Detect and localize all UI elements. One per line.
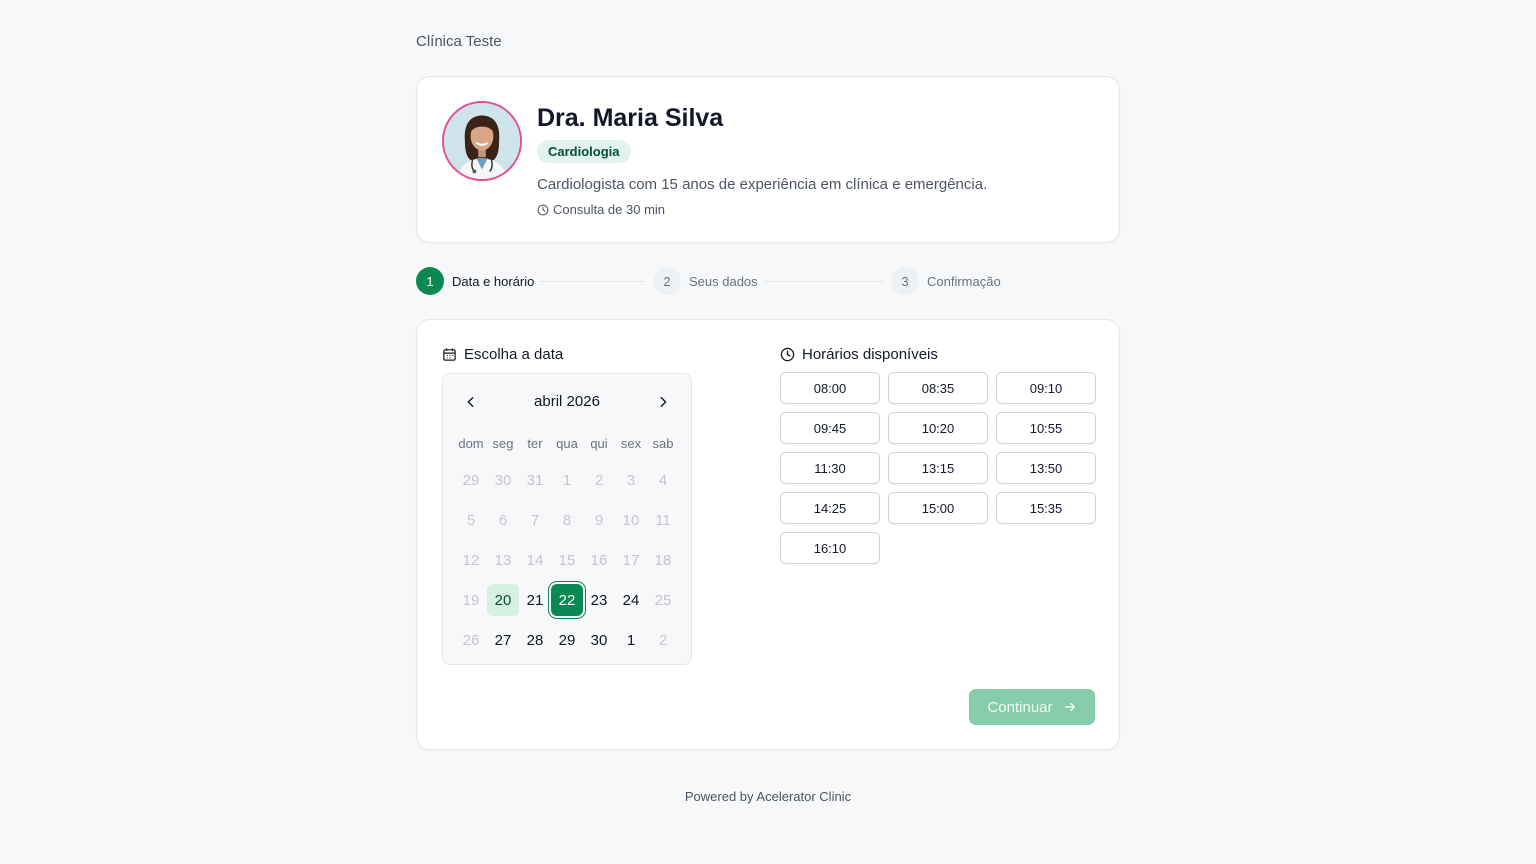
step-connector <box>764 281 883 282</box>
chevron-right-icon <box>660 396 667 408</box>
calendar-day: 26 <box>462 631 480 649</box>
calendar-day: 5 <box>466 511 476 529</box>
calendar-day[interactable]: 21 <box>519 584 551 616</box>
step-label: Data e horário <box>452 273 535 289</box>
calendar-day: 7 <box>530 511 540 529</box>
clock-icon <box>537 204 549 215</box>
calendar-day: 15 <box>558 551 576 569</box>
time-slot-button[interactable]: 16:10 <box>780 532 880 564</box>
doctor-avatar <box>442 101 522 181</box>
step-your-details: 2 Seus dados <box>653 267 758 295</box>
calendar-day-today[interactable]: 20 <box>487 584 519 616</box>
calendar-day: 14 <box>526 551 544 569</box>
footer-powered-by: Powered by Acelerator Clinic <box>684 789 852 804</box>
calendar-day: 17 <box>622 551 640 569</box>
calendar-week-row: 29 30 31 1 2 3 4 <box>455 460 679 500</box>
weekday-label: sex <box>620 435 642 451</box>
calendar-day: 1 <box>562 471 572 489</box>
time-slot-button[interactable]: 13:15 <box>888 452 988 484</box>
calendar-day: 19 <box>462 591 480 609</box>
consultation-duration: Consulta de 30 min <box>537 202 665 217</box>
time-slot-grid: 08:00 08:35 09:10 09:45 10:20 10:55 11:30 13:15… <box>780 372 1096 564</box>
weekday-label: sab <box>652 435 674 451</box>
time-slot-button[interactable]: 10:20 <box>888 412 988 444</box>
time-section-label: Horários disponíveis <box>802 346 938 363</box>
duration-label: Consulta de 30 min <box>553 202 666 217</box>
time-slot-button[interactable]: 11:30 <box>780 452 880 484</box>
calendar-day: 4 <box>658 471 668 489</box>
step-number: 3 <box>891 267 919 295</box>
calendar-icon <box>443 348 456 361</box>
time-slot-button[interactable]: 15:00 <box>888 492 988 524</box>
calendar-day: 16 <box>590 551 608 569</box>
time-slot-button[interactable]: 10:55 <box>996 412 1096 444</box>
time-slot-button[interactable]: 13:50 <box>996 452 1096 484</box>
calendar-day: 11 <box>655 511 671 529</box>
clock-icon <box>780 347 795 362</box>
doctor-name: Dra. Maria Silva <box>537 104 724 132</box>
calendar-day: 29 <box>462 471 480 489</box>
step-date-time: 1 Data e horário <box>416 267 534 295</box>
calendar-day: 13 <box>494 551 512 569</box>
calendar-day[interactable]: 23 <box>583 584 615 616</box>
weekday-header-row: dom seg ter qua qui sex sab <box>455 426 679 460</box>
weekday-label: qui <box>590 435 608 451</box>
date-picker: abril 2026 dom seg ter qua qui sex sab 29 30 31 1 2… <box>442 373 692 665</box>
time-slot-button[interactable]: 08:00 <box>780 372 880 404</box>
doctor-photo-icon <box>444 103 520 179</box>
calendar-week-row: 19 20 21 22 23 24 25 <box>455 580 679 620</box>
arrow-right-icon <box>1064 702 1075 712</box>
calendar-day[interactable]: 27 <box>487 624 519 656</box>
step-label: Confirmação <box>927 273 1001 289</box>
calendar-day: 8 <box>562 511 572 529</box>
step-number: 2 <box>653 267 681 295</box>
time-slot-button[interactable]: 09:10 <box>996 372 1096 404</box>
calendar-week-row: 12 13 14 15 16 17 18 <box>455 540 679 580</box>
calendar-day: 25 <box>654 591 672 609</box>
continue-label: Continuar <box>987 698 1053 716</box>
weekday-label: seg <box>492 435 514 451</box>
calendar-day: 2 <box>594 471 604 489</box>
time-slot-button[interactable]: 14:25 <box>780 492 880 524</box>
doctor-card: Dra. Maria Silva Cardiologia Cardiologis… <box>416 76 1120 243</box>
time-slot-button[interactable]: 15:35 <box>996 492 1096 524</box>
calendar-day: 30 <box>494 471 512 489</box>
date-section-label: Escolha a data <box>464 346 564 363</box>
weekday-label: ter <box>527 435 543 451</box>
time-section-title: Horários disponíveis <box>780 346 938 363</box>
calendar-day: 2 <box>658 631 668 649</box>
calendar-day: 10 <box>622 511 640 529</box>
calendar-week-row: 5 6 7 8 9 10 11 <box>455 500 679 540</box>
booking-card: Escolha a data abril 2026 dom seg ter qua qu… <box>416 319 1120 750</box>
booking-stepper: 1 Data e horário 2 Seus dados 3 Confirma… <box>416 267 1120 295</box>
calendar-day[interactable]: 24 <box>615 584 647 616</box>
calendar-day: 12 <box>462 551 480 569</box>
clinic-name: Clínica Teste <box>416 33 502 50</box>
weekday-label: dom <box>458 435 484 451</box>
continue-button[interactable]: Continuar <box>969 689 1095 725</box>
calendar-grid: dom seg ter qua qui sex sab 29 30 31 1 2 3 4 5 6 7 8 9 10 11… <box>455 426 679 660</box>
calendar-day[interactable]: 28 <box>519 624 551 656</box>
calendar-week-row: 26 27 28 29 30 1 2 <box>455 620 679 660</box>
calendar-day: 31 <box>526 471 544 489</box>
calendar-day: 3 <box>626 471 636 489</box>
date-section-title: Escolha a data <box>442 346 563 363</box>
time-slot-button[interactable]: 09:45 <box>780 412 880 444</box>
calendar-day-selected[interactable]: 22 <box>551 584 583 616</box>
step-connector <box>539 281 645 282</box>
calendar-day: 6 <box>498 511 508 529</box>
specialty-badge: Cardiologia <box>537 140 631 163</box>
calendar-day[interactable]: 29 <box>551 624 583 656</box>
time-slot-button[interactable]: 08:35 <box>888 372 988 404</box>
doctor-bio: Cardiologista com 15 anos de experiência… <box>537 176 988 193</box>
step-label: Seus dados <box>689 273 758 289</box>
step-confirmation: 3 Confirmação <box>891 267 1001 295</box>
calendar-day[interactable]: 1 <box>615 624 647 656</box>
weekday-label: qua <box>556 435 578 451</box>
calendar-day: 9 <box>594 511 604 529</box>
calendar-day[interactable]: 30 <box>583 624 615 656</box>
step-number: 1 <box>416 267 444 295</box>
next-month-button[interactable] <box>651 390 675 414</box>
calendar-day: 18 <box>654 551 672 569</box>
